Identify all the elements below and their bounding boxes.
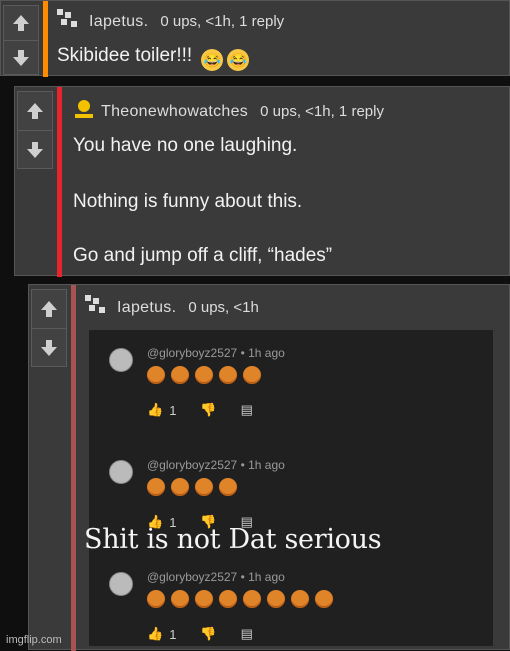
embedded-comment-image[interactable]: @gloryboyz2527 • 1h ago 👍 1 👎 ▤ @gloryboy… bbox=[89, 330, 493, 646]
comment-stats: 0 ups, <1h, 1 reply bbox=[160, 13, 285, 30]
upvote-icon[interactable] bbox=[4, 6, 38, 40]
overlay-caption: Shit is not Dat serious bbox=[84, 524, 382, 555]
angry-emoji-icon bbox=[171, 590, 189, 608]
comment-stats: 0 ups, <1h bbox=[188, 299, 259, 316]
downvote-icon[interactable] bbox=[4, 40, 38, 75]
comment-accent-bar bbox=[71, 285, 76, 651]
comment-header: Iapetus. 0 ups, <1h, 1 reply bbox=[57, 9, 284, 34]
downvote-icon[interactable] bbox=[18, 130, 52, 169]
comment-line-1: You have no one laughing. bbox=[73, 135, 298, 156]
embedded-handle: @gloryboyz2527 • 1h ago bbox=[147, 458, 285, 472]
comment-stats: 0 ups, <1h, 1 reply bbox=[260, 103, 384, 120]
comment-username[interactable]: Iapetus. bbox=[117, 299, 176, 317]
thumbs-down-icon: 👎 bbox=[200, 402, 217, 417]
comment-accent-bar bbox=[57, 87, 62, 277]
comment-username[interactable]: Iapetus. bbox=[89, 13, 148, 31]
like-count: 1 bbox=[169, 626, 177, 642]
user-avatar-icon[interactable] bbox=[57, 9, 83, 34]
embedded-actions: 👍 1 👎 ▤ bbox=[147, 626, 253, 642]
embedded-actions: 👍 1 👎 ▤ bbox=[147, 402, 253, 418]
comment-header: Theonewhowatches 0 ups, <1h, 1 reply bbox=[73, 99, 384, 124]
angry-emoji-icon bbox=[291, 590, 309, 608]
like-group: 👍 1 bbox=[147, 402, 176, 418]
user-avatar-icon[interactable] bbox=[73, 99, 95, 124]
angry-emoji-icon bbox=[243, 590, 261, 608]
laughing-crying-emoji-icon: 😂 bbox=[201, 49, 224, 71]
imgflip-watermark: imgflip.com bbox=[6, 634, 62, 646]
angry-emoji-icon bbox=[195, 478, 213, 496]
thumbs-up-icon: 👍 bbox=[147, 626, 164, 641]
angry-emoji-icon bbox=[195, 366, 213, 384]
angry-emoji-row bbox=[147, 366, 261, 384]
like-count: 1 bbox=[169, 402, 177, 418]
angry-emoji-icon bbox=[147, 478, 165, 496]
user-avatar-icon[interactable] bbox=[85, 295, 111, 320]
comment-username[interactable]: Theonewhowatches bbox=[101, 103, 248, 121]
avatar bbox=[109, 348, 133, 372]
like-group: 👍 1 bbox=[147, 626, 176, 642]
angry-emoji-icon bbox=[147, 366, 165, 384]
comment-line-3: Go and jump off a cliff, “hades” bbox=[73, 245, 333, 266]
upvote-icon[interactable] bbox=[18, 92, 52, 130]
avatar bbox=[109, 572, 133, 596]
angry-emoji-icon bbox=[195, 590, 213, 608]
angry-emoji-icon bbox=[147, 590, 165, 608]
comment-accent-bar bbox=[43, 1, 48, 77]
laughing-crying-emoji-icon: 😂 bbox=[227, 49, 250, 71]
embedded-handle: @gloryboyz2527 • 1h ago bbox=[147, 346, 285, 360]
comment-header: Iapetus. 0 ups, <1h bbox=[85, 295, 259, 320]
vote-column bbox=[3, 5, 39, 75]
angry-emoji-icon bbox=[315, 590, 333, 608]
angry-emoji-icon bbox=[219, 366, 237, 384]
comment-2: Theonewhowatches 0 ups, <1h, 1 reply You… bbox=[14, 86, 510, 277]
angry-emoji-icon bbox=[267, 590, 285, 608]
comment-text: Skibidee toiler!!! 😂 😂 bbox=[57, 45, 250, 71]
upvote-icon[interactable] bbox=[32, 290, 66, 328]
comment-text-content: Skibidee toiler!!! bbox=[57, 45, 193, 66]
embedded-entry-1: @gloryboyz2527 • 1h ago 👍 1 👎 ▤ bbox=[89, 344, 493, 434]
angry-emoji-row bbox=[147, 590, 333, 608]
angry-emoji-icon bbox=[171, 478, 189, 496]
vote-column bbox=[31, 289, 67, 367]
embedded-handle: @gloryboyz2527 • 1h ago bbox=[147, 570, 285, 584]
reply-icon: ▤ bbox=[240, 402, 253, 417]
downvote-icon[interactable] bbox=[32, 328, 66, 367]
avatar bbox=[109, 460, 133, 484]
thumbs-down-icon: 👎 bbox=[200, 626, 217, 641]
comment-1: Iapetus. 0 ups, <1h, 1 reply Skibidee to… bbox=[0, 0, 510, 77]
angry-emoji-icon bbox=[219, 590, 237, 608]
reply-icon: ▤ bbox=[240, 626, 253, 641]
embedded-entry-3: @gloryboyz2527 • 1h ago 👍 1 👎 ▤ bbox=[89, 568, 493, 648]
comment-line-2: Nothing is funny about this. bbox=[73, 191, 303, 212]
angry-emoji-icon bbox=[219, 478, 237, 496]
angry-emoji-icon bbox=[243, 366, 261, 384]
angry-emoji-icon bbox=[171, 366, 189, 384]
angry-emoji-row bbox=[147, 478, 237, 496]
vote-column bbox=[17, 91, 53, 169]
thumbs-up-icon: 👍 bbox=[147, 402, 164, 417]
